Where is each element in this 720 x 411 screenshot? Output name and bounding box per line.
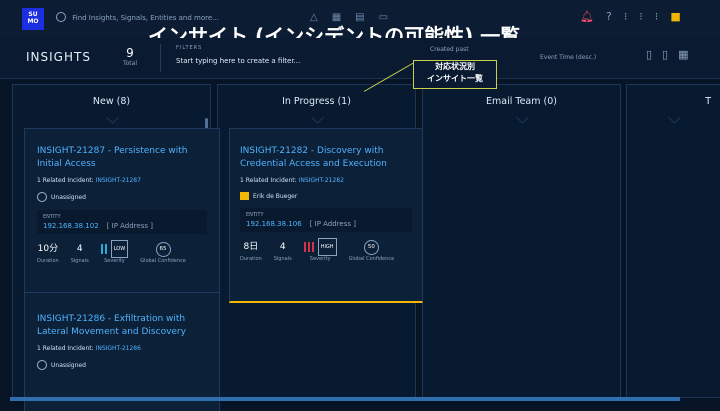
severity-tag: LOW (110, 240, 129, 258)
insight-title[interactable]: INSIGHT-21282 - Discovery with Credentia… (240, 145, 412, 171)
confidence-value: 50 (363, 240, 379, 255)
assignee-name: Unassigned (51, 361, 86, 369)
signals-value: 4 (279, 242, 286, 252)
signals-value: 4 (76, 244, 83, 254)
assignee[interactable]: Unassigned (37, 192, 207, 202)
confidence-value: 65 (155, 242, 171, 257)
related-label: 1 Related Incident: (37, 177, 94, 184)
entity-label: ENTITY (246, 212, 264, 218)
board-view-icon[interactable]: ▯▯ (646, 48, 678, 61)
severity-tag: HIGH (317, 238, 337, 256)
filter-box[interactable]: FILTERS Start typing here to create a fi… (176, 45, 300, 65)
created-past-label: Created past (430, 46, 469, 53)
apps-icon[interactable]: ⁝⁝⁝ (624, 10, 671, 23)
insight-title[interactable]: INSIGHT-21286 - Exfiltration with Latera… (37, 313, 207, 339)
callout-annotation: 対応状況別 インサイト一覧 (413, 60, 497, 89)
entity-ip: 192.168.38.102 (43, 222, 99, 230)
signals-label: Signals (70, 258, 89, 264)
related-incident: 1 Related Incident: INSIGHT-21282 (240, 177, 412, 184)
severity-indicator: LOW (100, 240, 129, 258)
column-title: In Progress (1) (218, 85, 415, 115)
entity-label: ENTITY (43, 214, 61, 220)
user-avatar-icon (240, 192, 249, 200)
column-title: T (627, 85, 720, 115)
toolbar-right: 🔔︎?⁝⁝⁝■ (580, 10, 693, 23)
user-badge-icon[interactable]: ■ (670, 10, 692, 23)
related-incident: 1 Related Incident: INSIGHT-21287 (37, 177, 207, 184)
column-email-team: Email Team (0) (422, 84, 621, 398)
assignee[interactable]: Erik de Bueger (240, 192, 412, 200)
assignee[interactable]: Unassigned (37, 360, 207, 370)
related-incident: 1 Related Incident: INSIGHT-21286 (37, 345, 207, 352)
filters-label: FILTERS (176, 45, 203, 51)
duration-label: Duration (37, 258, 59, 264)
view-toggle: ▯▯▦ (646, 48, 699, 61)
severity-label: Severity (104, 258, 125, 264)
related-id[interactable]: INSIGHT-21286 (96, 345, 141, 352)
total-count: 9 (126, 46, 134, 60)
insight-stats: 8日 Duration 4 Signals HIGH Severity 50 Globa… (240, 238, 412, 262)
assignee-name: Erik de Bueger (253, 192, 298, 200)
duration-value: 8日 (243, 242, 259, 252)
confidence-label: Global Confidence (348, 256, 395, 262)
column-title: New (8) (13, 85, 210, 115)
callout-line-1: 対応状況別 (435, 62, 475, 71)
user-icon (37, 192, 47, 202)
column-partial: T (626, 84, 720, 398)
help-icon[interactable]: ? (606, 10, 624, 23)
related-id[interactable]: INSIGHT-21282 (299, 177, 344, 184)
related-id[interactable]: INSIGHT-21287 (96, 177, 141, 184)
duration-label: Duration (240, 256, 262, 262)
search-icon (56, 12, 66, 22)
entity-value[interactable]: 192.168.38.106 [ IP Address ] (246, 220, 406, 228)
insight-card[interactable]: INSIGHT-21282 - Discovery with Credentia… (229, 128, 423, 303)
assignee-name: Unassigned (51, 193, 86, 201)
entity-type: [ IP Address ] (309, 220, 356, 228)
sort-select[interactable]: Event Time (desc.) (540, 54, 596, 61)
entity-type: [ IP Address ] (106, 222, 153, 230)
insight-title[interactable]: INSIGHT-21287 - Persistence with Initial… (37, 145, 207, 171)
duration-value: 10分 (37, 244, 59, 254)
severity-label: Severity (309, 256, 331, 262)
callout-line-2: インサイト一覧 (427, 74, 483, 83)
insights-header (0, 38, 720, 79)
total-label: Total (122, 60, 137, 67)
sumo-logo[interactable]: SU MO (22, 8, 44, 30)
page-title: INSIGHTS (26, 50, 91, 64)
header-divider (160, 44, 161, 72)
insight-card[interactable]: INSIGHT-21286 - Exfiltration with Latera… (24, 292, 220, 411)
bell-icon[interactable]: 🔔︎ (580, 10, 606, 23)
insight-card[interactable]: INSIGHT-21287 - Persistence with Initial… (24, 128, 220, 303)
confidence-label: Global Confidence (140, 258, 186, 264)
total-counter: 9 Total (118, 46, 142, 67)
related-label: 1 Related Incident: (37, 345, 94, 352)
user-icon (37, 360, 47, 370)
insight-stats: 10分 Duration 4 Signals LOW Severity 65 Globa… (37, 240, 207, 264)
entity-box: ENTITY 192.168.38.106 [ IP Address ] (240, 208, 412, 232)
signals-label: Signals (273, 256, 292, 262)
entity-ip: 192.168.38.106 (246, 220, 302, 228)
severity-indicator: HIGH (303, 238, 337, 256)
list-view-icon[interactable]: ▦ (678, 48, 698, 61)
horizontal-scrollbar[interactable] (10, 397, 680, 401)
entity-box: ENTITY 192.168.38.102 [ IP Address ] (37, 210, 207, 234)
entity-value[interactable]: 192.168.38.102 [ IP Address ] (43, 222, 201, 230)
related-label: 1 Related Incident: (240, 177, 297, 184)
column-title: Email Team (0) (423, 85, 620, 115)
filter-input[interactable]: Start typing here to create a filter... (176, 57, 300, 65)
